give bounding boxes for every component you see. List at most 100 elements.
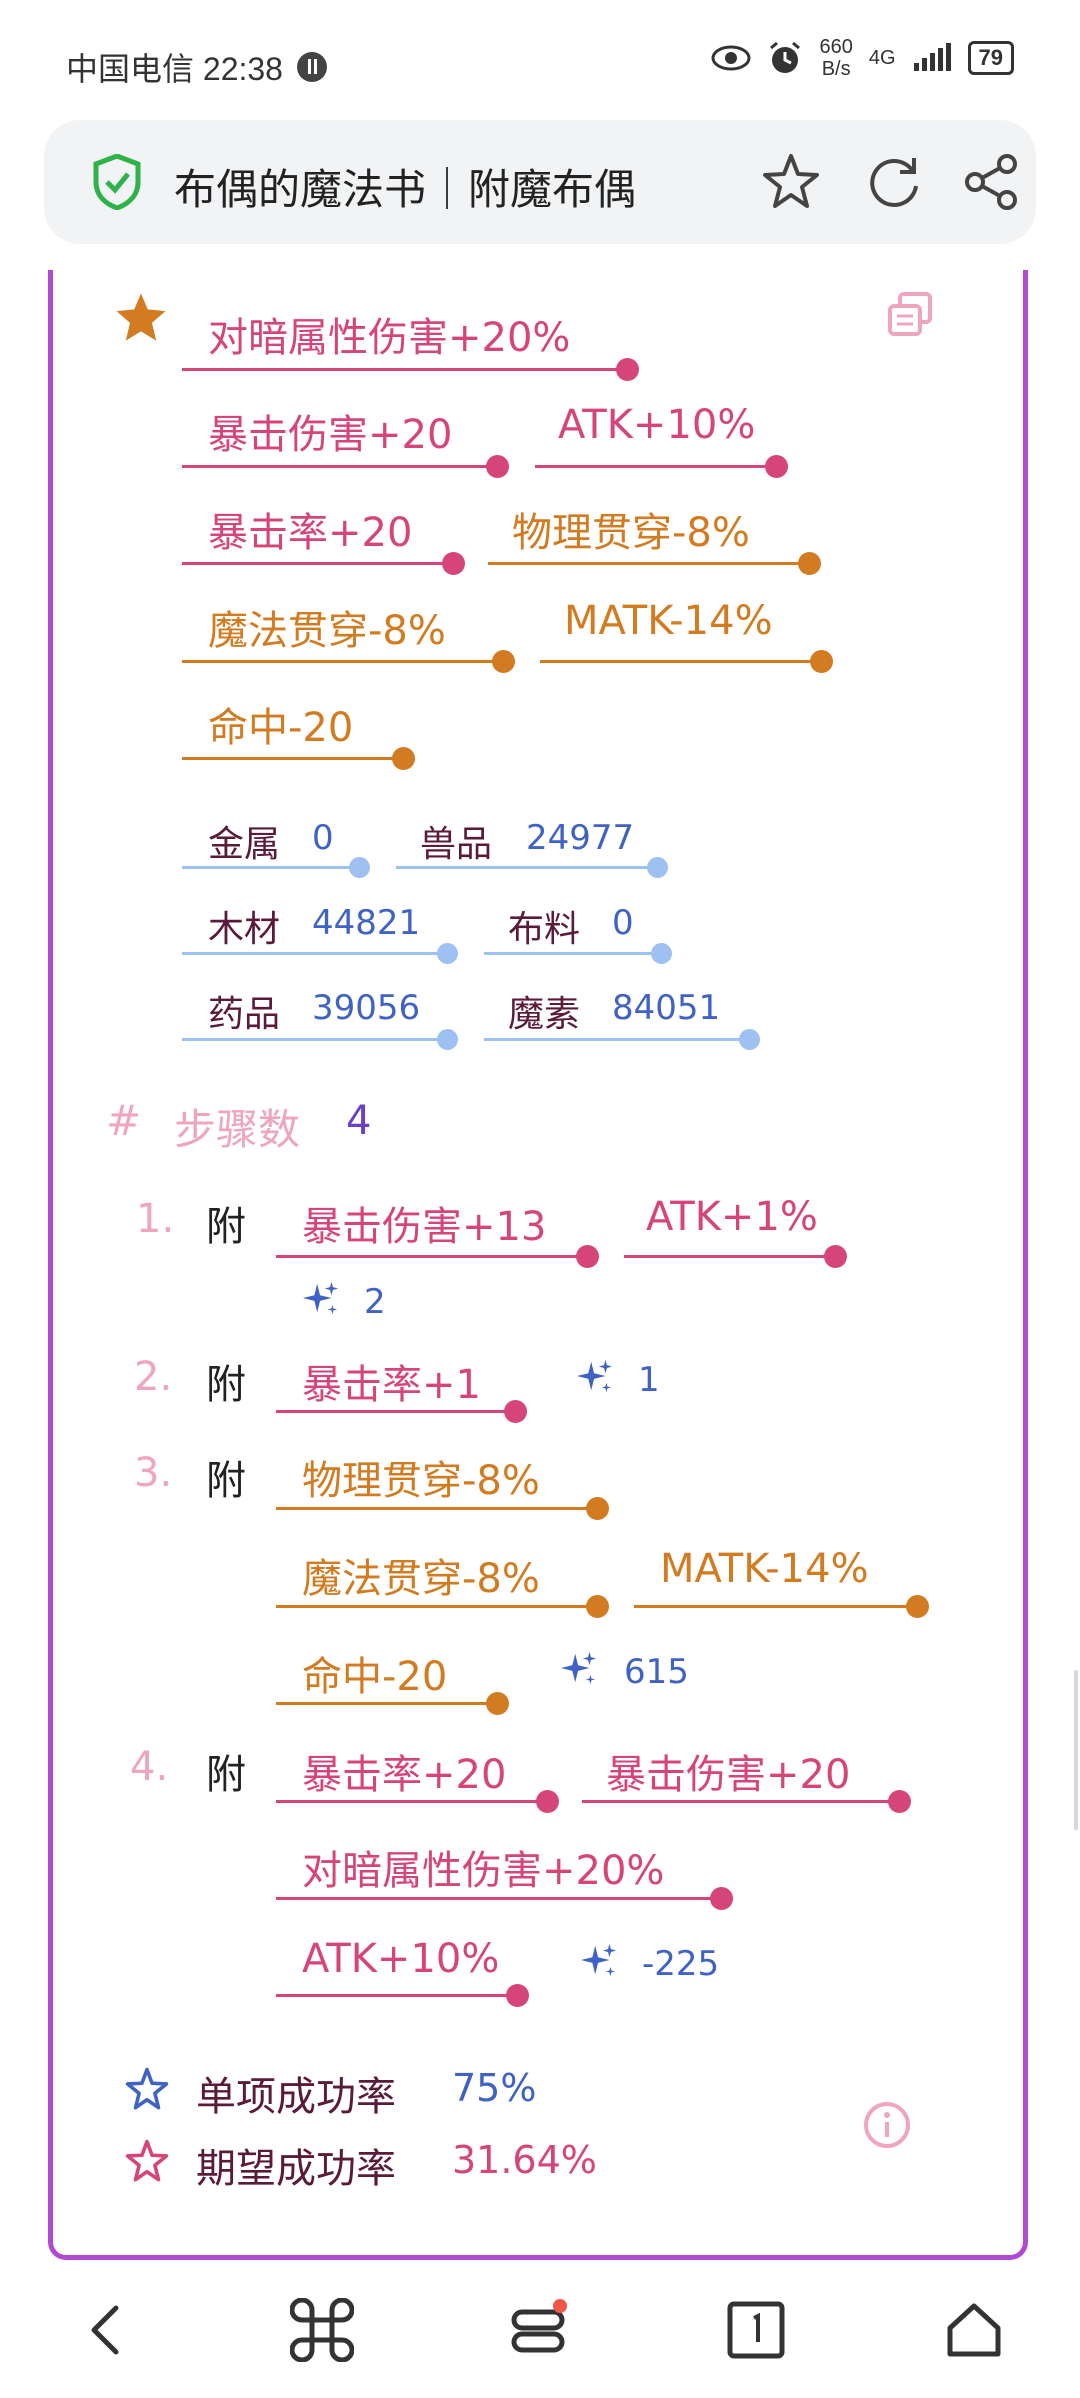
expected-success-value: 31.64% xyxy=(452,2138,597,2182)
attr-underline xyxy=(535,455,788,478)
attr-tag: 暴击伤害+20 xyxy=(208,412,453,458)
step-number: 2. xyxy=(134,1354,173,1400)
scrollbar[interactable] xyxy=(1074,1670,1078,1830)
step-tag: 物理贯穿-8% xyxy=(302,1458,540,1504)
step-dot xyxy=(486,1692,509,1715)
back-icon[interactable] xyxy=(76,2298,140,2362)
signal-type: 4G xyxy=(868,46,896,69)
material-dot xyxy=(647,857,668,878)
net-speed-value: 660 xyxy=(819,36,853,58)
home-icon[interactable] xyxy=(942,2298,1006,2362)
browser-bottom-nav xyxy=(0,2260,1080,2398)
step-underline xyxy=(276,1790,559,1813)
material-underline xyxy=(182,1029,458,1050)
sparkle-icon xyxy=(580,1943,617,1977)
command-icon[interactable] xyxy=(290,2298,354,2362)
material-value: 44821 xyxy=(312,903,421,943)
material-underline xyxy=(484,1029,760,1050)
step-tag: 暴击率+20 xyxy=(302,1752,507,1798)
steps-label: 步骤数 xyxy=(174,1105,301,1154)
copy-icon[interactable] xyxy=(886,290,936,340)
step-underline xyxy=(276,1887,733,1910)
step-tag: MATK-14% xyxy=(660,1546,869,1592)
step-underline xyxy=(276,1692,509,1715)
step-dot xyxy=(576,1245,599,1268)
step-tag: 暴击伤害+20 xyxy=(606,1752,851,1798)
info-icon[interactable] xyxy=(862,2100,912,2150)
step-cost: -225 xyxy=(642,1944,720,1984)
security-shield-icon xyxy=(93,154,141,210)
material-value: 84051 xyxy=(612,988,721,1028)
material-value: 0 xyxy=(312,818,334,858)
attr-dot xyxy=(442,552,465,575)
attr-underline xyxy=(182,455,509,478)
attr-dot xyxy=(392,747,415,770)
step-underline xyxy=(276,1595,609,1618)
material-label: 布料 xyxy=(508,909,581,950)
step-underline xyxy=(276,1400,527,1423)
browser-address-bar[interactable]: 布偶的魔法书｜附魔布偶 xyxy=(44,120,1036,244)
attr-dot xyxy=(798,552,821,575)
pause-indicator-icon xyxy=(296,52,327,82)
bookmark-star-icon[interactable] xyxy=(759,150,823,214)
attr-tag: 对暗属性伤害+20% xyxy=(208,315,571,361)
battery-level: 79 xyxy=(967,41,1014,75)
net-speed-unit: B/s xyxy=(821,58,851,80)
step-underline xyxy=(276,1245,599,1268)
step-action: 附 xyxy=(206,1204,246,1250)
menu-icon[interactable] xyxy=(506,2298,570,2362)
attr-underline xyxy=(182,747,415,770)
single-success-value: 75% xyxy=(452,2066,537,2110)
step-tag: ATK+10% xyxy=(302,1936,500,1982)
step-action: 附 xyxy=(206,1362,246,1408)
material-value: 39056 xyxy=(312,988,421,1028)
steps-hash: # xyxy=(106,1096,142,1145)
attr-tag: 物理贯穿-8% xyxy=(512,510,750,556)
result-card xyxy=(48,270,1028,2260)
step-dot xyxy=(906,1595,929,1618)
step-cost: 1 xyxy=(638,1360,660,1400)
attr-underline xyxy=(182,358,639,381)
step-dot xyxy=(586,1497,609,1520)
attr-tag: ATK+10% xyxy=(558,402,756,448)
step-number: 1. xyxy=(136,1196,175,1242)
attr-dot xyxy=(765,455,788,478)
material-label: 药品 xyxy=(208,994,281,1035)
step-dot xyxy=(888,1790,911,1813)
material-underline xyxy=(182,943,458,964)
step-underline xyxy=(634,1595,929,1618)
attr-dot xyxy=(486,455,509,478)
signal-bars-icon xyxy=(913,43,951,71)
step-dot xyxy=(506,1984,529,2007)
material-value: 24977 xyxy=(526,818,635,858)
sparkle-icon xyxy=(302,1281,339,1315)
page-title: 布偶的魔法书｜附魔布偶 xyxy=(174,165,637,214)
eye-icon xyxy=(711,45,751,71)
attr-dot xyxy=(492,650,515,673)
attr-underline xyxy=(182,552,465,575)
star-icon xyxy=(116,293,166,341)
attr-tag: 命中-20 xyxy=(208,705,354,751)
material-value: 0 xyxy=(612,903,634,943)
step-tag: 暴击伤害+13 xyxy=(302,1204,547,1250)
step-tag: ATK+1% xyxy=(646,1194,818,1240)
material-underline xyxy=(396,857,668,878)
single-success-label: 单项成功率 xyxy=(196,2074,396,2120)
material-dot xyxy=(437,1029,458,1050)
sparkle-icon xyxy=(576,1359,613,1393)
material-underline xyxy=(484,943,672,964)
step-tag: 暴击率+1 xyxy=(302,1362,481,1408)
star-outline-icon xyxy=(125,2067,169,2110)
material-dot xyxy=(651,943,672,964)
material-dot xyxy=(349,857,370,878)
material-dot xyxy=(739,1029,760,1050)
step-underline xyxy=(276,1497,609,1520)
reload-icon[interactable] xyxy=(862,150,926,214)
tabs-count-icon[interactable] xyxy=(724,2298,788,2362)
step-dot xyxy=(710,1887,733,1910)
steps-count: 4 xyxy=(346,1098,372,1144)
share-icon[interactable] xyxy=(959,150,1023,214)
attr-tag: MATK-14% xyxy=(564,598,773,644)
attr-underline xyxy=(488,552,821,575)
step-tag: 对暗属性伤害+20% xyxy=(302,1848,665,1894)
